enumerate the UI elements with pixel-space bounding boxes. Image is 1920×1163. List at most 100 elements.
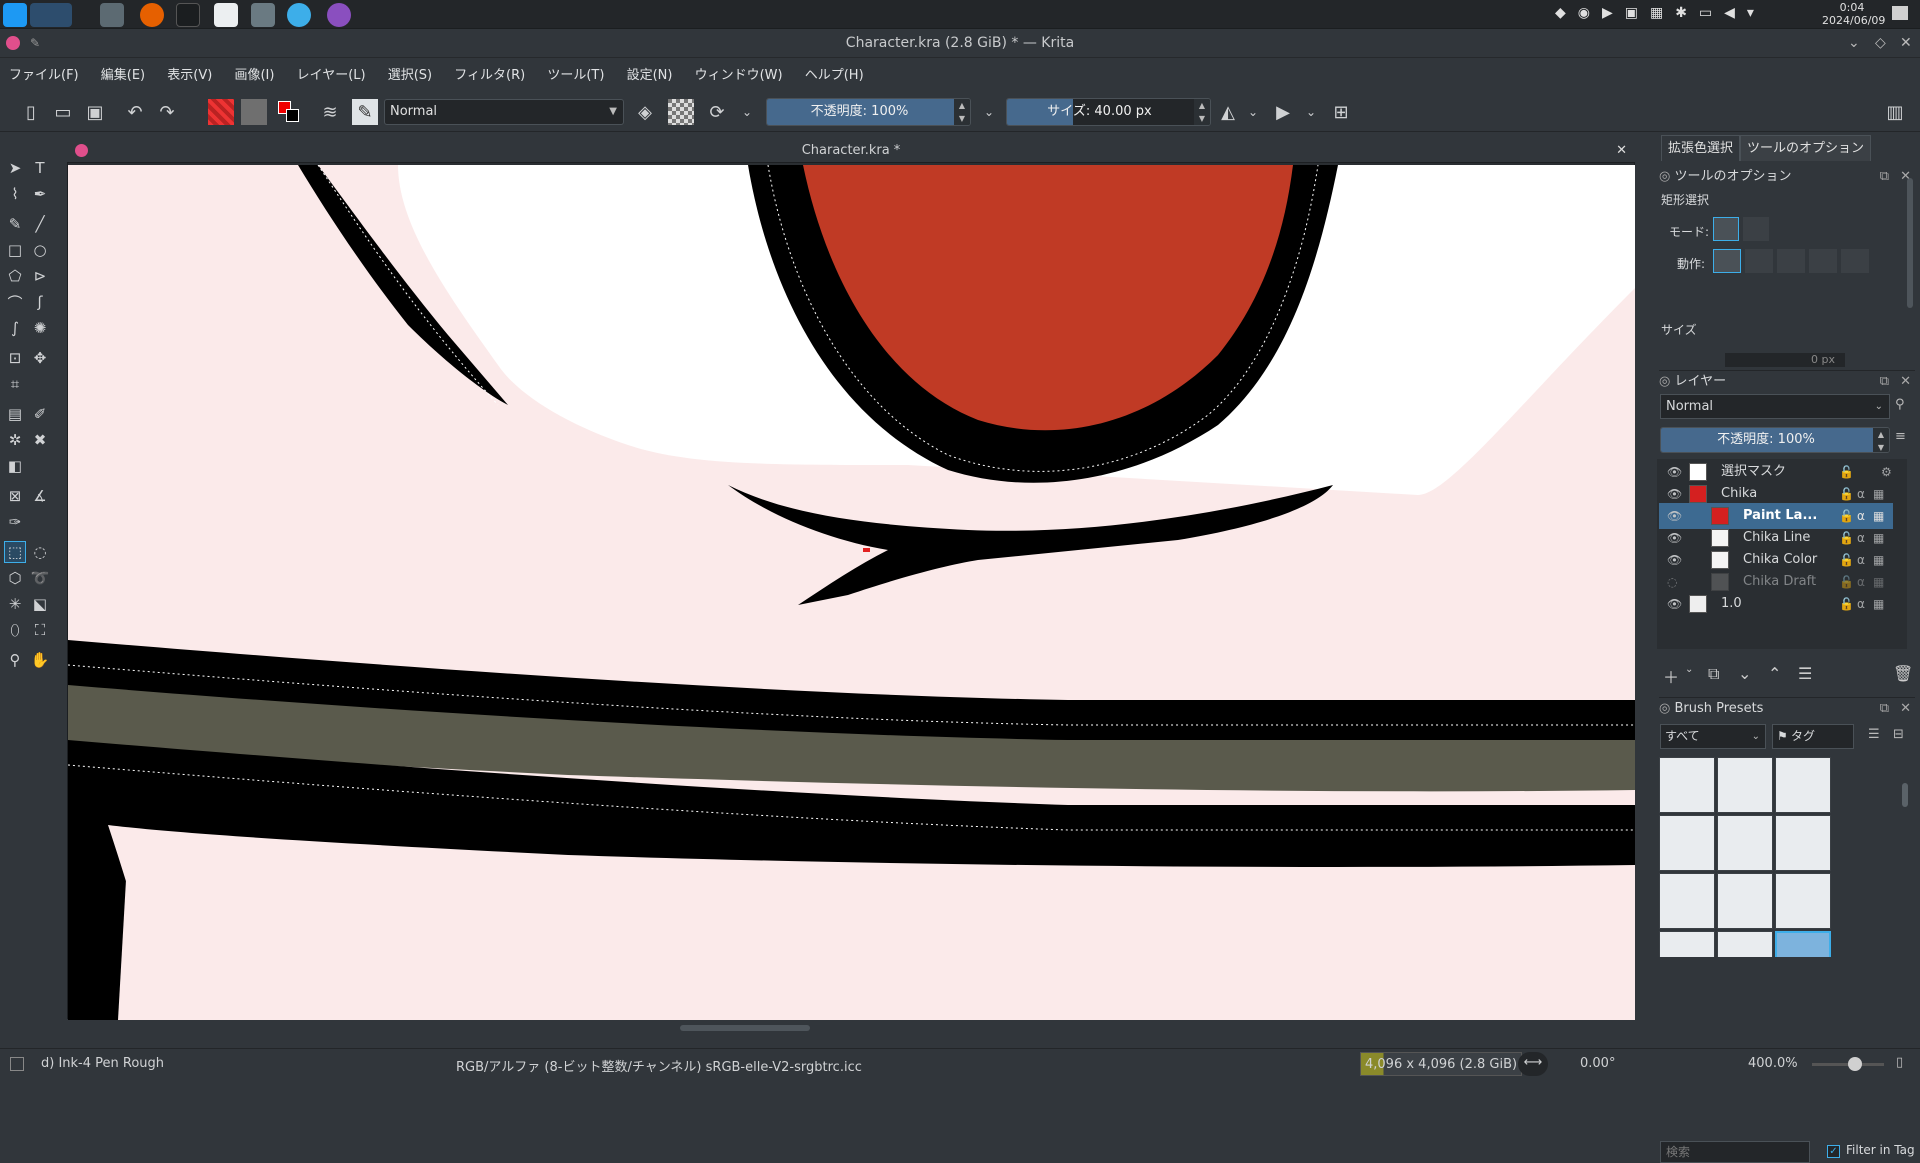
transform-tool-icon[interactable]: ⊡ bbox=[4, 347, 26, 369]
select-shapes-tool-icon[interactable]: ➤ bbox=[4, 157, 26, 179]
action-intersect-button[interactable] bbox=[1745, 249, 1773, 273]
mirror-horizontal-icon[interactable]: ◭ bbox=[1215, 99, 1241, 125]
gradient-preset-icon[interactable] bbox=[208, 99, 234, 125]
brush-preset-icon[interactable]: ✎ bbox=[352, 99, 378, 125]
lock-layer-icon[interactable]: 🔓 bbox=[1839, 591, 1854, 617]
brush-preset-item[interactable] bbox=[1717, 815, 1773, 871]
lock-icon[interactable]: ◎ bbox=[1659, 169, 1670, 184]
menu-window[interactable]: ウィンドウ(W) bbox=[686, 59, 792, 92]
menu-view[interactable]: 表示(V) bbox=[158, 59, 221, 92]
rectangle-tool-icon[interactable]: □ bbox=[4, 239, 26, 261]
smart-patch-tool-icon[interactable]: ✲ bbox=[4, 429, 26, 451]
float-panel-icon[interactable]: ⧉ bbox=[1880, 166, 1889, 188]
menu-edit[interactable]: 編集(E) bbox=[92, 59, 154, 92]
blend-mode-select[interactable]: Normal ▼ bbox=[384, 99, 624, 125]
clock[interactable]: 0:04 2024/06/09 bbox=[1822, 1, 1885, 27]
brush-preset-item[interactable] bbox=[1659, 931, 1715, 957]
pager-icon[interactable] bbox=[30, 3, 72, 27]
brush-grid-scrollbar[interactable] bbox=[1902, 783, 1908, 807]
brush-filter-select[interactable]: すべて ⌄ bbox=[1660, 724, 1766, 749]
multibrush-tool-icon[interactable]: ✺ bbox=[29, 317, 51, 339]
eraser-icon[interactable]: ◈ bbox=[632, 99, 658, 125]
brush-editor-icon[interactable]: ≋ bbox=[317, 99, 343, 125]
freehand-brush-tool-icon[interactable]: ✎ bbox=[4, 213, 26, 235]
calligraphy-tool-icon[interactable]: ✒ bbox=[29, 183, 51, 205]
color-picker-tool-icon[interactable]: ✐ bbox=[29, 403, 51, 425]
brush-preset-item-selected[interactable] bbox=[1775, 931, 1831, 957]
minimize-icon[interactable]: ⌄ bbox=[1848, 29, 1860, 58]
close-panel-icon[interactable]: ✕ bbox=[1900, 371, 1911, 393]
tool-options-scrollbar[interactable] bbox=[1907, 178, 1913, 308]
pin-icon[interactable]: ✎ bbox=[30, 29, 40, 58]
filter-icon[interactable]: ⚲ bbox=[1895, 397, 1905, 412]
menu-select[interactable]: 選択(S) bbox=[379, 59, 441, 92]
show-desktop-icon[interactable] bbox=[1892, 6, 1908, 20]
bezier-tool-icon[interactable]: ⌒ bbox=[4, 291, 26, 313]
app2-icon[interactable] bbox=[327, 3, 351, 27]
reload-preset-icon[interactable]: ⟳ bbox=[704, 99, 730, 125]
freehand-selection-tool-icon[interactable]: ➰ bbox=[29, 567, 51, 589]
brush-import-icon[interactable]: ⊟ bbox=[1893, 727, 1904, 742]
mode-pixel-button[interactable] bbox=[1713, 217, 1739, 241]
menu-tools[interactable]: ツール(T) bbox=[538, 59, 613, 92]
chevron-down-icon[interactable]: ⌄ bbox=[1685, 664, 1693, 675]
chevron-down-icon[interactable]: ⌄ bbox=[1240, 99, 1266, 125]
opacity-slider[interactable]: 不透明度: 100% ▲ ▼ bbox=[766, 98, 971, 126]
size-field-partial[interactable]: 0 px bbox=[1725, 353, 1845, 367]
brush-preset-item[interactable] bbox=[1717, 873, 1773, 929]
chevron-down-icon[interactable]: ⌄ bbox=[1298, 99, 1324, 125]
lock-icon[interactable]: ◎ bbox=[1659, 374, 1670, 389]
similar-selection-tool-icon[interactable]: ⬕ bbox=[29, 593, 51, 615]
freehand-path-tool-icon[interactable]: ʃ bbox=[29, 291, 51, 313]
fill-tool-icon[interactable]: ◧ bbox=[4, 455, 26, 477]
action-replace-button[interactable] bbox=[1713, 249, 1741, 273]
action-symmetric-button[interactable] bbox=[1841, 249, 1869, 273]
pattern-preset-icon[interactable] bbox=[241, 99, 267, 125]
size-spin-icon[interactable]: ▲ ▼ bbox=[1194, 99, 1210, 125]
text-tool-icon[interactable]: T bbox=[29, 157, 51, 179]
canvas-only-icon[interactable]: ▯ bbox=[1896, 1055, 1903, 1070]
float-panel-icon[interactable]: ⧉ bbox=[1880, 698, 1889, 720]
horizontal-scrollbar[interactable] bbox=[680, 1025, 810, 1031]
colorize-mask-tool-icon[interactable]: ✖ bbox=[29, 429, 51, 451]
undo-icon[interactable]: ↶ bbox=[122, 99, 148, 125]
menu-image[interactable]: 画像(I) bbox=[225, 59, 283, 92]
line-tool-icon[interactable]: ╱ bbox=[29, 213, 51, 235]
dynamic-brush-tool-icon[interactable]: ∫ bbox=[4, 317, 26, 339]
reference-images-tool-icon[interactable]: ✑ bbox=[4, 511, 26, 533]
chevron-down-icon[interactable]: ⌄ bbox=[734, 99, 760, 125]
zoom-tool-icon[interactable]: ⚲ bbox=[4, 649, 26, 671]
alpha-lock-icon[interactable]: α bbox=[1857, 591, 1865, 617]
launcher-icon[interactable] bbox=[3, 3, 27, 27]
layer-opacity-spin-icon[interactable]: ▲ ▼ bbox=[1873, 428, 1889, 452]
passthrough-icon[interactable]: ▦ bbox=[1873, 591, 1884, 617]
pan-tool-icon[interactable]: ✋ bbox=[29, 649, 51, 671]
gradient-tool-icon[interactable]: ▤ bbox=[4, 403, 26, 425]
crop-tool-icon[interactable]: ⌗ bbox=[4, 373, 26, 395]
lock-icon[interactable]: ◎ bbox=[1659, 701, 1670, 716]
menu-settings[interactable]: 設定(N) bbox=[618, 59, 682, 92]
canvas[interactable] bbox=[68, 165, 1635, 1020]
filter-in-tag-checkbox[interactable]: ✓ bbox=[1827, 1145, 1840, 1158]
assistant-tool-icon[interactable]: ⊠ bbox=[4, 485, 26, 507]
layer-blend-mode-select[interactable]: Normal ⌄ bbox=[1660, 394, 1890, 419]
layer-opacity-slider[interactable]: 不透明度: 100% ▲ ▼ bbox=[1660, 427, 1890, 453]
brush-preset-item[interactable] bbox=[1775, 873, 1831, 929]
layer-properties-icon[interactable]: ☰ bbox=[1798, 664, 1812, 683]
file-manager-icon[interactable] bbox=[100, 3, 124, 27]
brush-preset-item[interactable] bbox=[1659, 757, 1715, 813]
zoom-slider-handle[interactable] bbox=[1848, 1057, 1862, 1071]
save-document-icon[interactable]: ▣ bbox=[82, 99, 108, 125]
layer-row[interactable]: 👁 1.0 🔓 α ▦ bbox=[1659, 591, 1893, 617]
polyline-tool-icon[interactable]: ⊳ bbox=[29, 265, 51, 287]
measure-tool-icon[interactable]: ∡ bbox=[29, 485, 51, 507]
brush-preset-item[interactable] bbox=[1659, 815, 1715, 871]
mirror-vertical-icon[interactable]: ▶ bbox=[1270, 99, 1296, 125]
terminal-icon[interactable] bbox=[176, 3, 200, 27]
float-panel-icon[interactable]: ⧉ bbox=[1880, 371, 1889, 393]
brush-preset-item[interactable] bbox=[1717, 757, 1773, 813]
close-panel-icon[interactable]: ✕ bbox=[1900, 698, 1911, 720]
add-layer-icon[interactable]: ＋ bbox=[1663, 664, 1679, 688]
close-window-icon[interactable]: ✕ bbox=[1900, 29, 1912, 58]
app-icon[interactable] bbox=[251, 3, 275, 27]
